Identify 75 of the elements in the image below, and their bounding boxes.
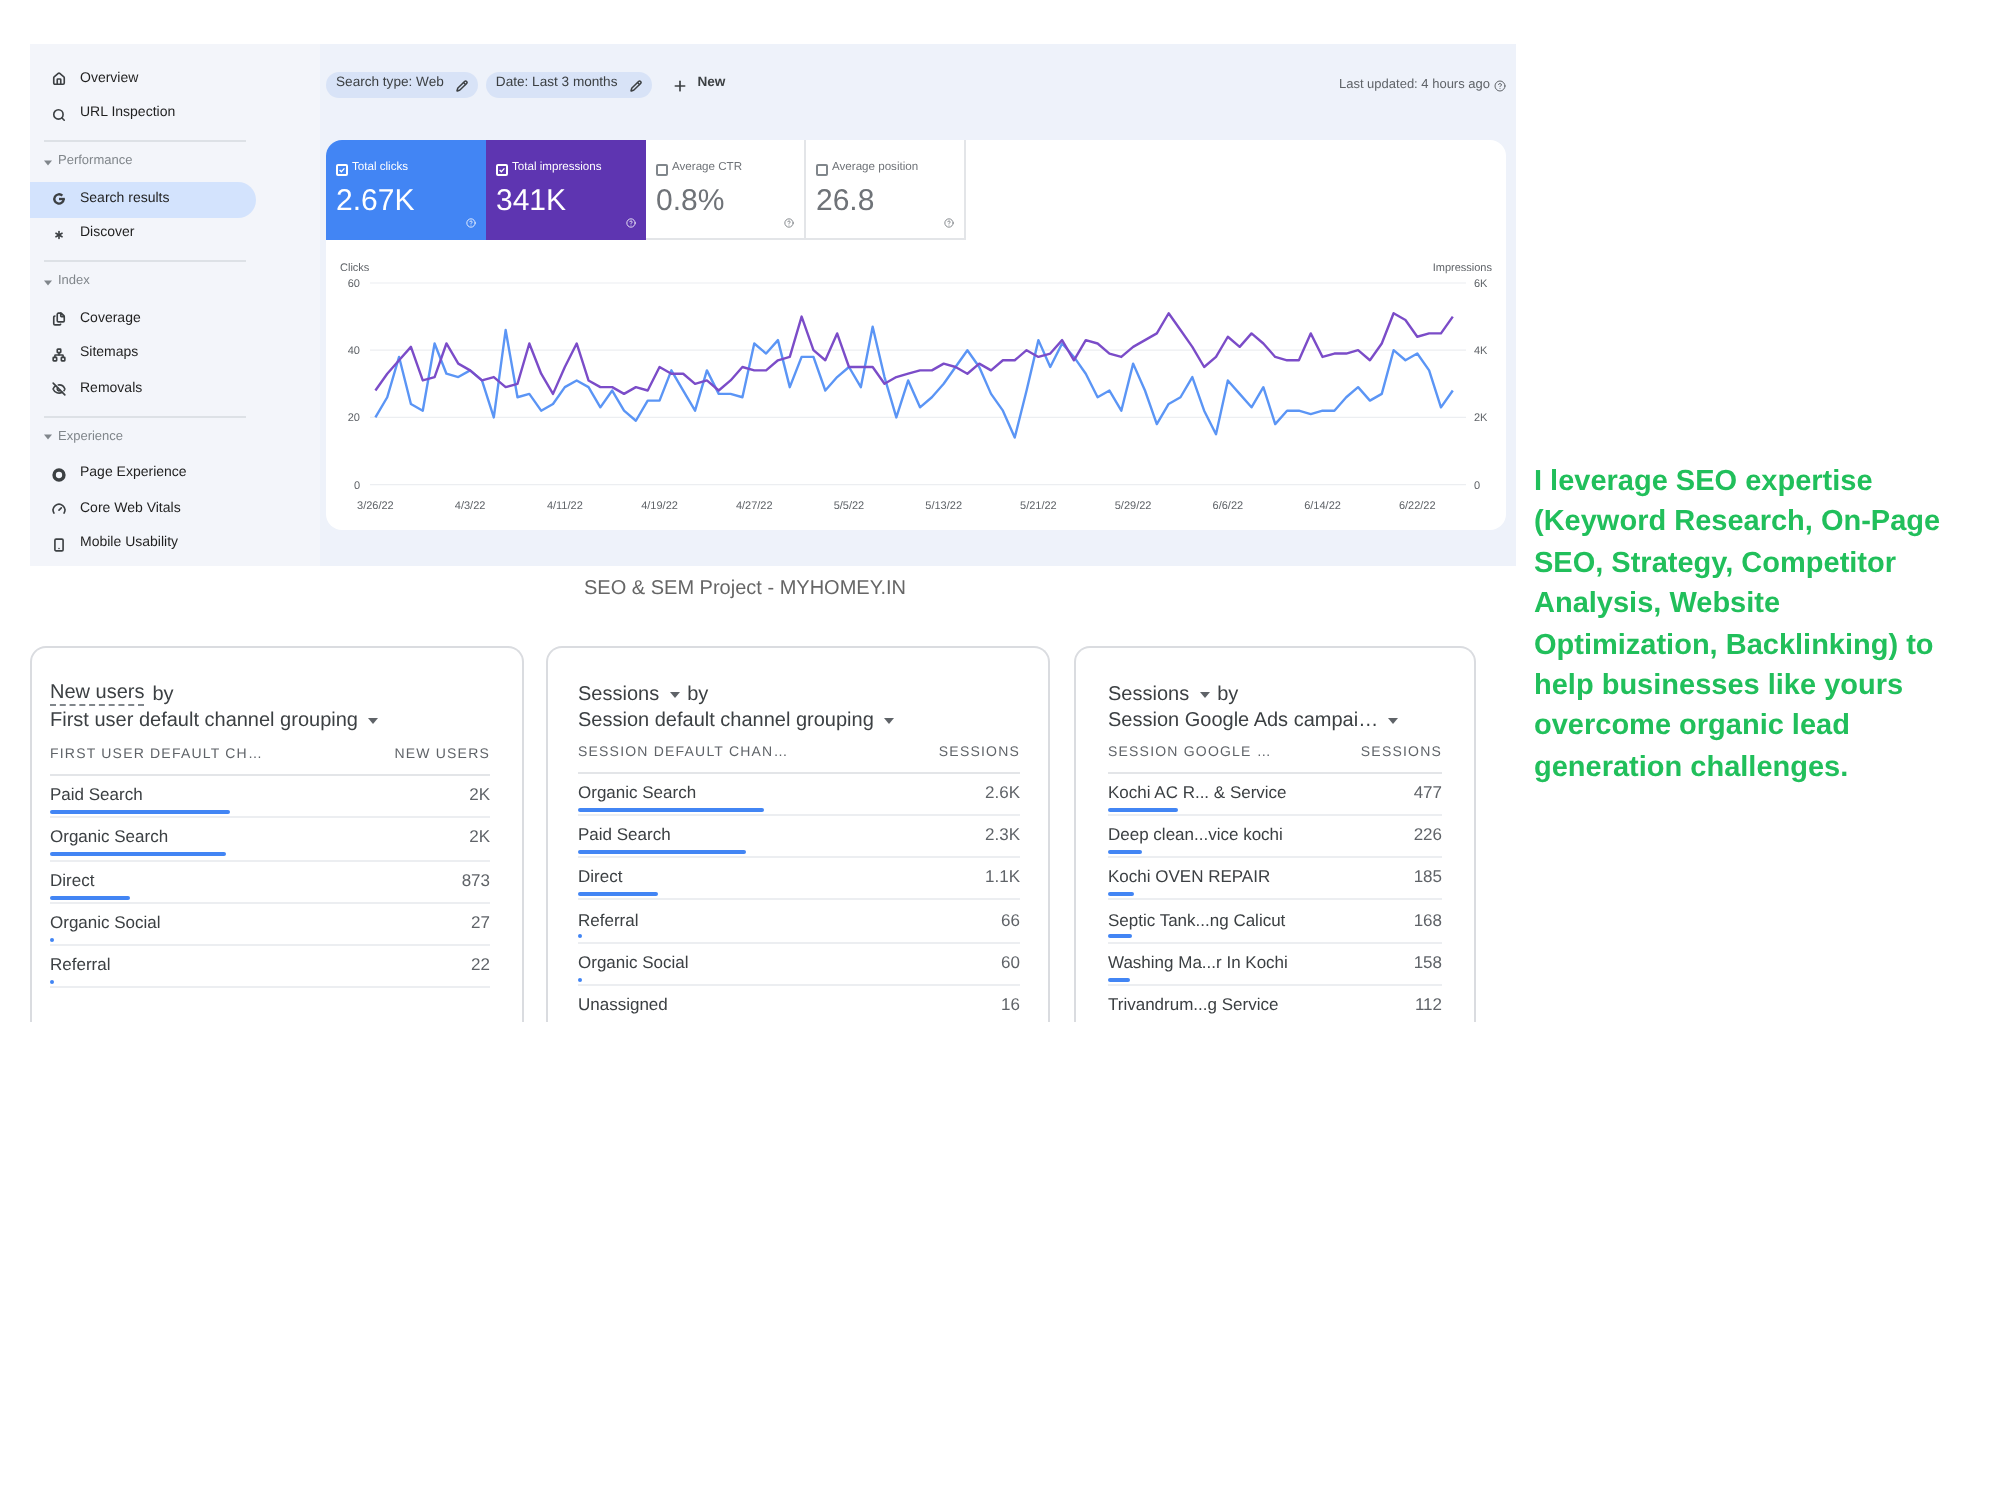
checkbox[interactable] — [656, 164, 668, 176]
row-label: Referral — [578, 907, 639, 933]
row-label: Kochi AC R... & Service — [1108, 779, 1287, 805]
row-label: Washing Ma...r In Kochi — [1108, 949, 1288, 976]
dropdown-caret-icon — [1388, 717, 1399, 723]
asterisk-icon — [52, 227, 66, 242]
row-value: 16 — [1001, 992, 1020, 1018]
eye-off-icon — [52, 382, 66, 397]
help-icon[interactable] — [944, 218, 954, 228]
sitemap-icon — [52, 347, 66, 362]
home-icon — [52, 72, 66, 87]
row-value: 60 — [1001, 949, 1020, 976]
row-value: 185 — [1413, 864, 1442, 890]
row-label: Septic Tank...ng Calicut — [1108, 907, 1286, 933]
row-value: 477 — [1413, 779, 1442, 805]
caret-icon — [44, 279, 52, 285]
row-label: Direct — [578, 864, 623, 890]
row-label: Organic Social — [50, 910, 161, 936]
dimension-selector[interactable]: Session Google Ads campai… — [1108, 708, 1399, 732]
title-text: by — [1217, 681, 1239, 709]
row-label: Organic Search — [50, 824, 169, 851]
row-label: Paid Search — [578, 821, 671, 848]
row-value: 158 — [1413, 949, 1442, 976]
help-icon[interactable] — [1494, 79, 1506, 91]
row-label: Deep clean...vice kochi — [1108, 821, 1283, 848]
row-label: Organic Search — [578, 779, 697, 805]
dropdown-caret-icon — [367, 717, 378, 723]
row-value: 873 — [461, 867, 490, 893]
smartphone-icon — [52, 537, 66, 552]
caret-icon — [44, 159, 52, 165]
ring-icon — [52, 467, 66, 482]
row-value: 1.1K — [985, 864, 1020, 890]
row-label: Direct — [50, 867, 95, 893]
row-value: 2K — [469, 824, 490, 851]
row-value: 2.3K — [985, 821, 1020, 848]
help-icon[interactable] — [784, 218, 794, 228]
row-value: 2K — [469, 782, 490, 808]
row-value: 226 — [1413, 821, 1442, 848]
title-text: by — [152, 681, 174, 709]
metric-selector[interactable]: Sessions — [578, 682, 680, 706]
gauge-icon — [52, 502, 66, 517]
g-logo-icon — [52, 192, 66, 207]
metric-selector[interactable]: Sessions — [1108, 682, 1210, 706]
dropdown-caret-icon — [669, 691, 680, 697]
dimension-selector[interactable]: Session default channel grouping — [578, 708, 894, 732]
dropdown-caret-icon — [1199, 691, 1210, 697]
metric-value: 341K — [496, 186, 567, 216]
row-label: Trivandrum...g Service — [1108, 992, 1279, 1018]
row-value: 66 — [1001, 907, 1020, 933]
caret-icon — [44, 434, 52, 440]
pencil-icon — [629, 79, 642, 91]
row-value: 112 — [1414, 992, 1442, 1018]
row-label: Referral — [50, 952, 111, 979]
search-icon — [52, 107, 66, 122]
checkbox[interactable] — [816, 164, 828, 176]
metric-selector[interactable]: New users — [50, 682, 145, 706]
dropdown-caret-icon — [883, 717, 894, 723]
row-label: Paid Search — [50, 782, 143, 808]
row-value: 22 — [471, 952, 490, 979]
plus-icon — [671, 77, 688, 93]
pencil-icon — [455, 79, 468, 91]
row-label: Unassigned — [578, 992, 668, 1018]
row-label: Kochi OVEN REPAIR — [1108, 864, 1271, 890]
title-text: by — [687, 681, 709, 709]
row-label: Organic Social — [578, 949, 689, 976]
documents-icon — [52, 312, 66, 327]
metric-value: 26.8 — [816, 186, 875, 216]
dimension-selector[interactable]: First user default channel grouping — [50, 708, 378, 732]
caption: SEO & SEM Project - MYHOMEY.IN — [584, 575, 906, 603]
metric-value: 2.67K — [336, 186, 415, 216]
row-value: 2.6K — [985, 779, 1020, 805]
row-value: 27 — [471, 910, 490, 936]
row-value: 168 — [1413, 907, 1442, 933]
promo-paragraph: I leverage SEO expertise (Keyword Research, On-Page SEO, Strategy, Competitor Analysis, Website Optimization, Backlinking) to help businesses like yours overcome organic lead generation challenges. — [1534, 464, 1941, 788]
metric-value: 0.8% — [656, 186, 725, 216]
